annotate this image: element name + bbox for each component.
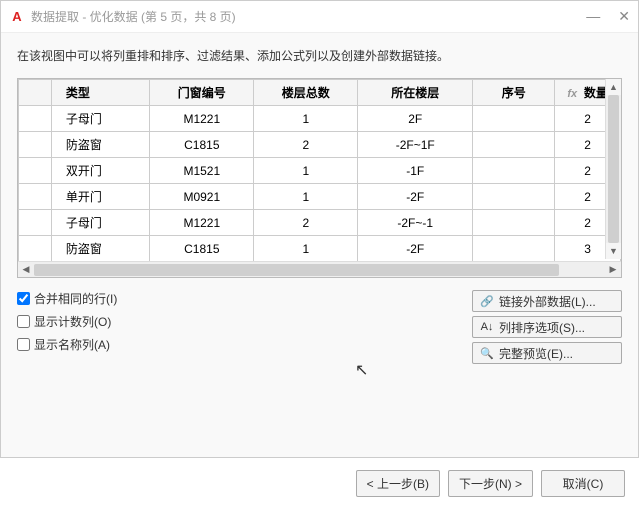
app-logo: A	[9, 9, 25, 25]
prev-button[interactable]: < 上一步(B)	[356, 470, 440, 497]
scroll-left-icon[interactable]: ◀	[18, 264, 34, 275]
floors-cell[interactable]: 2	[254, 210, 358, 236]
loc-cell[interactable]: -2F~1F	[358, 132, 473, 158]
preview-icon: 🔍	[479, 345, 495, 361]
horizontal-scrollbar[interactable]: ◀ ▶	[18, 261, 621, 277]
id-cell[interactable]: C1815	[150, 236, 254, 262]
vertical-scrollbar[interactable]: ▲ ▼	[605, 79, 621, 259]
row-num-cell[interactable]	[19, 210, 52, 236]
row-num-cell[interactable]	[19, 158, 52, 184]
cancel-button[interactable]: 取消(C)	[541, 470, 625, 497]
show-name-input[interactable]	[17, 338, 30, 351]
type-cell[interactable]: 子母门	[51, 210, 150, 236]
row-num-cell[interactable]	[19, 184, 52, 210]
merge-rows-input[interactable]	[17, 292, 30, 305]
header-floors[interactable]: 楼层总数	[254, 80, 358, 106]
id-cell[interactable]: C1815	[150, 132, 254, 158]
seq-cell[interactable]	[473, 236, 555, 262]
floors-cell[interactable]: 1	[254, 184, 358, 210]
table-row[interactable]: 子母门M12212-2F~-12	[19, 210, 621, 236]
data-table[interactable]: 类型 门窗编号 楼层总数 所在楼层 序号 fx 数量 子母门M122112F2防…	[18, 79, 621, 261]
titlebar: A 数据提取 - 优化数据 (第 5 页，共 8 页) — ✕	[1, 1, 638, 33]
minimize-button[interactable]: —	[586, 8, 600, 25]
seq-cell[interactable]	[473, 158, 555, 184]
link-icon: 🔗	[479, 293, 495, 309]
header-type[interactable]: 类型	[51, 80, 150, 106]
show-count-checkbox[interactable]: 显示计数列(O)	[17, 313, 117, 330]
data-table-container: 类型 门窗编号 楼层总数 所在楼层 序号 fx 数量 子母门M122112F2防…	[17, 78, 622, 278]
floors-cell[interactable]: 1	[254, 158, 358, 184]
table-row[interactable]: 双开门M15211-1F2	[19, 158, 621, 184]
merge-rows-label: 合并相同的行(I)	[34, 290, 117, 307]
merge-rows-checkbox[interactable]: 合并相同的行(I)	[17, 290, 117, 307]
table-row[interactable]: 防盗窗C18152-2F~1F2	[19, 132, 621, 158]
table-row[interactable]: 防盗窗C18151-2F3	[19, 236, 621, 262]
show-name-label: 显示名称列(A)	[34, 336, 110, 353]
scroll-down-icon[interactable]: ▼	[606, 243, 621, 259]
scroll-thumb[interactable]	[608, 95, 619, 243]
link-external-data-button[interactable]: 🔗 链接外部数据(L)...	[472, 290, 622, 312]
row-num-cell[interactable]	[19, 106, 52, 132]
loc-cell[interactable]: -2F~-1	[358, 210, 473, 236]
floors-cell[interactable]: 2	[254, 132, 358, 158]
mouse-cursor-icon: ↖	[355, 360, 368, 380]
id-cell[interactable]: M1521	[150, 158, 254, 184]
scroll-up-icon[interactable]: ▲	[606, 79, 621, 95]
floors-cell[interactable]: 1	[254, 236, 358, 262]
show-name-checkbox[interactable]: 显示名称列(A)	[17, 336, 117, 353]
header-loc[interactable]: 所在楼层	[358, 80, 473, 106]
sort-icon: A↓	[479, 319, 495, 335]
type-cell[interactable]: 双开门	[51, 158, 150, 184]
instruction-text: 在该视图中可以将列重排和排序、过滤结果、添加公式列以及创建外部数据链接。	[17, 47, 622, 64]
header-seq[interactable]: 序号	[473, 80, 555, 106]
seq-cell[interactable]	[473, 210, 555, 236]
header-numcol[interactable]	[19, 80, 52, 106]
full-preview-button[interactable]: 🔍 完整预览(E)...	[472, 342, 622, 364]
loc-cell[interactable]: -1F	[358, 158, 473, 184]
seq-cell[interactable]	[473, 184, 555, 210]
table-row[interactable]: 子母门M122112F2	[19, 106, 621, 132]
type-cell[interactable]: 单开门	[51, 184, 150, 210]
type-cell[interactable]: 防盗窗	[51, 132, 150, 158]
table-row[interactable]: 单开门M09211-2F2	[19, 184, 621, 210]
scroll-right-icon[interactable]: ▶	[605, 264, 621, 275]
show-count-input[interactable]	[17, 315, 30, 328]
id-cell[interactable]: M0921	[150, 184, 254, 210]
type-cell[interactable]: 防盗窗	[51, 236, 150, 262]
row-num-cell[interactable]	[19, 132, 52, 158]
show-count-label: 显示计数列(O)	[34, 313, 111, 330]
row-num-cell[interactable]	[19, 236, 52, 262]
window-title: 数据提取 - 优化数据 (第 5 页，共 8 页)	[31, 8, 586, 25]
header-id[interactable]: 门窗编号	[150, 80, 254, 106]
floors-cell[interactable]: 1	[254, 106, 358, 132]
column-sort-options-button[interactable]: A↓ 列排序选项(S)...	[472, 316, 622, 338]
seq-cell[interactable]	[473, 132, 555, 158]
hscroll-thumb[interactable]	[34, 264, 559, 276]
fx-icon: fx	[567, 88, 577, 100]
loc-cell[interactable]: -2F	[358, 184, 473, 210]
id-cell[interactable]: M1221	[150, 210, 254, 236]
id-cell[interactable]: M1221	[150, 106, 254, 132]
seq-cell[interactable]	[473, 106, 555, 132]
next-button[interactable]: 下一步(N) >	[448, 470, 533, 497]
loc-cell[interactable]: -2F	[358, 236, 473, 262]
close-button[interactable]: ✕	[618, 8, 630, 25]
loc-cell[interactable]: 2F	[358, 106, 473, 132]
type-cell[interactable]: 子母门	[51, 106, 150, 132]
